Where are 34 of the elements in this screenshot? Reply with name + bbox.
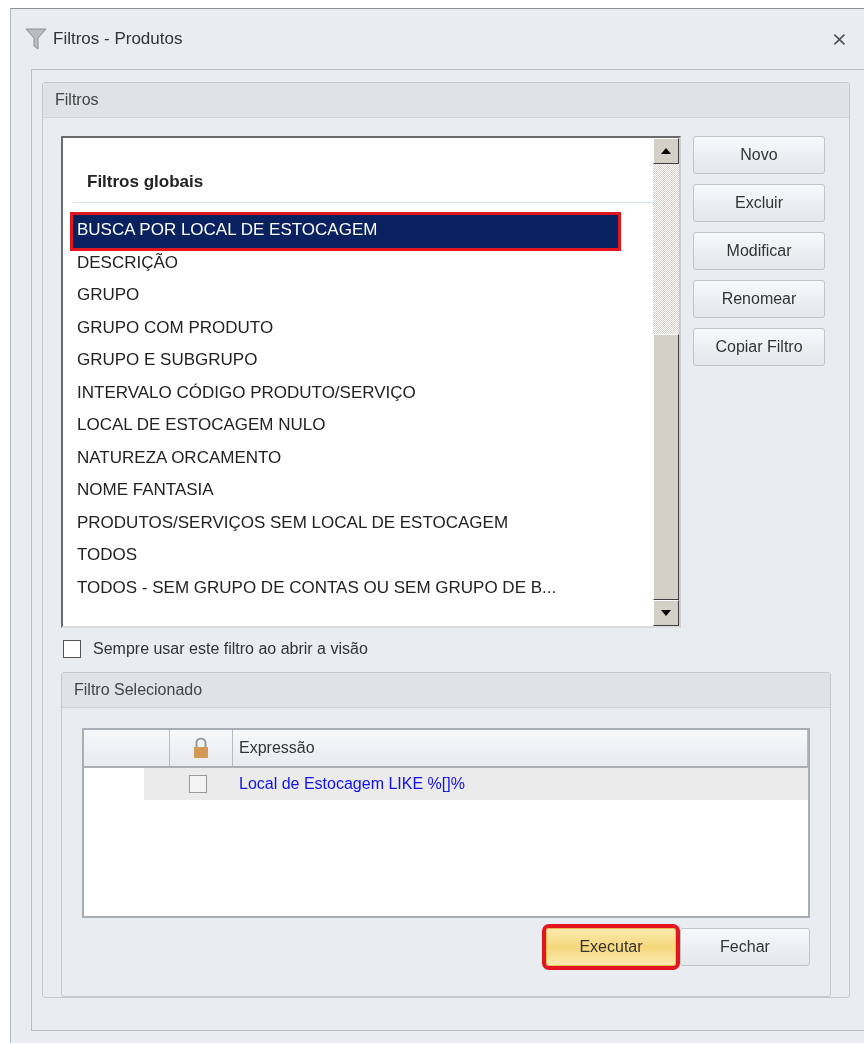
list-item[interactable]: NOME FANTASIA [73, 475, 618, 508]
checkbox-label: Sempre usar este filtro ao abrir a visão [93, 640, 368, 658]
list-item[interactable]: PRODUTOS/SERVIÇOS SEM LOCAL DE ESTOCAGEM [73, 507, 618, 540]
group-header: Filtro Selecionado [62, 673, 830, 708]
close-button[interactable]: ⨯ [825, 27, 854, 51]
action-button[interactable]: Renomear [693, 280, 825, 318]
list-item[interactable]: BUSCA POR LOCAL DE ESTOCAGEM [73, 215, 618, 248]
scroll-up-icon[interactable] [653, 138, 679, 164]
scroll-thumb[interactable] [653, 334, 679, 600]
row-checkbox[interactable] [189, 775, 207, 793]
section-header: Filtros globais [73, 172, 653, 203]
group-header: Filtros [43, 83, 849, 118]
window-title: Filtros - Produtos [53, 29, 184, 49]
funnel-icon [25, 27, 47, 51]
list-item[interactable]: TODOS - SEM GRUPO DE CONTAS OU SEM GRUPO DE B... [73, 572, 618, 605]
dialog-button[interactable]: Fechar [680, 928, 810, 966]
action-button[interactable]: Copiar Filtro [693, 328, 825, 366]
list-item[interactable]: GRUPO E SUBGRUPO [73, 345, 618, 378]
list-item[interactable]: GRUPO COM PRODUTO [73, 312, 618, 345]
lock-icon [193, 737, 209, 759]
list-item[interactable]: LOCAL DE ESTOCAGEM NULO [73, 410, 618, 443]
action-button[interactable]: Excluir [693, 184, 825, 222]
scrollbar[interactable] [653, 138, 679, 626]
action-button[interactable]: Modificar [693, 232, 825, 270]
action-button[interactable]: Novo [693, 136, 825, 174]
scroll-down-icon[interactable] [653, 600, 679, 626]
list-item[interactable]: INTERVALO CÓDIGO PRODUTO/SERVIÇO [73, 377, 618, 410]
expression-text: Local de Estocagem LIKE %[]% [238, 775, 465, 793]
list-item[interactable]: TODOS [73, 540, 618, 573]
list-item[interactable]: GRUPO [73, 280, 618, 313]
checkbox[interactable] [63, 640, 81, 658]
list-item[interactable]: DESCRIÇÃO [73, 247, 618, 280]
list-item[interactable]: NATUREZA ORCAMENTO [73, 442, 618, 475]
column-header: Expressão [233, 730, 808, 768]
